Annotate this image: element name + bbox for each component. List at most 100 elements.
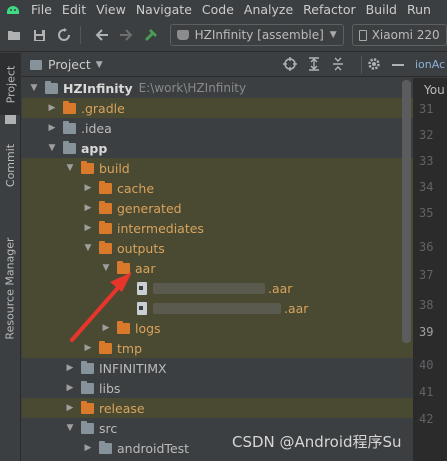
menu-edit[interactable]: Edit — [57, 2, 91, 17]
tree-row-intermediates[interactable]: ▶ intermediates — [22, 218, 413, 238]
tree-root-path: E:\work\HZInfinity — [138, 81, 247, 95]
folder-icon — [117, 260, 130, 274]
tree-row-aar[interactable]: ▼ aar — [22, 258, 413, 278]
chevron-right-icon[interactable]: ▶ — [64, 403, 76, 413]
line-number: 37 — [419, 268, 434, 282]
menu-file[interactable]: File — [26, 2, 57, 17]
left-tool-strip: Project Commit Resource Manager — [0, 53, 21, 461]
resource-manager-tool-tab[interactable]: Resource Manager — [0, 208, 21, 368]
tree-row-infinitimx[interactable]: ▶ INFINITIMX — [22, 358, 413, 378]
line-number: 34 — [419, 180, 434, 194]
tree-label-app: app — [81, 140, 108, 156]
project-panel-header: Project ▼ — [22, 53, 413, 77]
menu-view[interactable]: View — [91, 2, 131, 17]
run-configuration-label: HZInfinity [assemble] — [194, 28, 324, 42]
tree-row-outputs[interactable]: ▼ outputs — [22, 238, 413, 258]
watermark-text: CSDN @Android程序Su — [232, 433, 402, 451]
expand-all-icon[interactable] — [306, 57, 322, 73]
menu-run[interactable]: Run — [402, 2, 436, 17]
folder-icon — [99, 180, 112, 194]
device-selector[interactable]: Xiaomi 220 — [351, 24, 447, 46]
folder-icon — [99, 440, 112, 454]
line-number: 41 — [419, 385, 434, 399]
tree-scrollbar[interactable] — [402, 80, 411, 343]
commit-tool-tab[interactable]: Commit — [0, 135, 21, 195]
tree-row-libs[interactable]: ▶ libs — [22, 378, 413, 398]
tree-label-cache: cache — [117, 180, 155, 196]
device-label: Xiaomi 220 — [371, 28, 440, 42]
make-project-hammer-icon[interactable] — [141, 24, 162, 46]
tree-label-src: src — [99, 420, 118, 436]
tree-row-app[interactable]: ▼ app — [22, 138, 413, 158]
locate-crosshair-icon[interactable] — [282, 57, 298, 73]
tree-row-tmp[interactable]: ▶ tmp — [22, 338, 413, 358]
line-number: 36 — [419, 240, 434, 254]
menu-code[interactable]: Code — [197, 2, 239, 17]
tree-row-root[interactable]: ▼ HZInfinity E:\work\HZInfinity — [22, 78, 413, 98]
menu-analyze[interactable]: Analyze — [239, 2, 298, 17]
tree-row-cache[interactable]: ▶ cache — [22, 178, 413, 198]
redacted-filename — [153, 302, 281, 314]
tree-row-aar-file-2[interactable]: .aar — [22, 298, 413, 318]
back-arrow-icon[interactable] — [91, 24, 112, 46]
chevron-right-icon[interactable]: ▶ — [82, 223, 94, 233]
tree-row-aar-file-1[interactable]: .aar — [22, 278, 413, 298]
gear-icon[interactable] — [366, 57, 382, 73]
tree-label-intermediates: intermediates — [117, 220, 204, 236]
folder-icon — [99, 200, 112, 214]
project-tree: ▼ HZInfinity E:\work\HZInfinity ▶ .gradl… — [22, 78, 413, 461]
chevron-right-icon[interactable]: ▶ — [46, 123, 58, 133]
menu-bar: File Edit View Navigate Code Analyze Ref… — [0, 0, 447, 18]
chevron-down-icon[interactable]: ▼ — [100, 263, 112, 273]
menu-refactor[interactable]: Refactor — [298, 2, 360, 17]
chevron-down-icon[interactable]: ▼ — [82, 243, 94, 253]
tree-label-aar: aar — [135, 260, 156, 276]
chevron-down-icon[interactable]: ▼ — [28, 83, 40, 93]
current-line-number: 39 — [419, 325, 434, 339]
tree-row-idea[interactable]: ▶ .idea — [22, 118, 413, 138]
chevron-right-icon[interactable]: ▶ — [64, 363, 76, 373]
tree-label-root: HZInfinity — [63, 80, 133, 96]
tree-label-infinitimx: INFINITIMX — [99, 360, 167, 376]
tree-row-gradle[interactable]: ▶ .gradle — [22, 98, 413, 118]
tree-row-generated[interactable]: ▶ generated — [22, 198, 413, 218]
android-studio-icon — [6, 2, 20, 16]
project-folder-icon — [5, 115, 16, 124]
main-toolbar: HZInfinity [assemble] ▼ Xiaomi 220 — [0, 19, 447, 52]
chevron-right-icon[interactable]: ▶ — [46, 103, 58, 113]
tree-row-build[interactable]: ▼ build — [22, 158, 413, 178]
chevron-right-icon[interactable]: ▶ — [82, 183, 94, 193]
chevron-right-icon[interactable]: ▶ — [82, 343, 94, 353]
chevron-right-icon[interactable]: ▶ — [82, 203, 94, 213]
chevron-down-icon[interactable]: ▼ — [46, 143, 58, 153]
tree-row-release[interactable]: ▶ release — [22, 398, 413, 418]
chevron-down-icon[interactable]: ▼ — [96, 60, 103, 70]
chevron-right-icon[interactable]: ▶ — [100, 323, 112, 333]
run-configuration-selector[interactable]: HZInfinity [assemble] ▼ — [169, 24, 344, 46]
project-tool-tab[interactable]: Project — [0, 53, 21, 115]
tree-row-logs[interactable]: ▶ logs — [22, 318, 413, 338]
menu-build[interactable]: Build — [361, 2, 402, 17]
android-config-icon — [176, 30, 189, 40]
sync-icon[interactable] — [54, 24, 75, 46]
chevron-right-icon[interactable]: ▶ — [64, 383, 76, 393]
collapse-all-icon[interactable] — [330, 57, 346, 73]
resource-manager-tool-tab-label: Resource Manager — [4, 236, 18, 340]
menu-navigate[interactable]: Navigate — [131, 2, 197, 17]
project-folder-icon — [45, 80, 58, 94]
project-view-selector[interactable]: Project — [48, 57, 91, 72]
folder-icon — [81, 380, 94, 394]
header-separator — [361, 56, 362, 74]
chevron-down-icon[interactable]: ▼ — [64, 163, 76, 173]
save-icon[interactable] — [29, 24, 50, 46]
folder-icon — [99, 240, 112, 254]
line-number: 35 — [419, 206, 434, 220]
editor-tab[interactable]: ionAc — [413, 53, 447, 77]
chevron-right-icon[interactable]: ▶ — [82, 443, 94, 453]
editor-header-text: You — [424, 83, 445, 97]
code-editor[interactable]: You 31 32 33 34 35 36 37 38 39 40 41 42 — [413, 78, 447, 461]
open-folder-icon[interactable] — [4, 24, 25, 46]
minimize-icon[interactable] — [390, 57, 406, 73]
chevron-down-icon[interactable]: ▼ — [64, 423, 76, 433]
forward-arrow-icon[interactable] — [116, 24, 137, 46]
